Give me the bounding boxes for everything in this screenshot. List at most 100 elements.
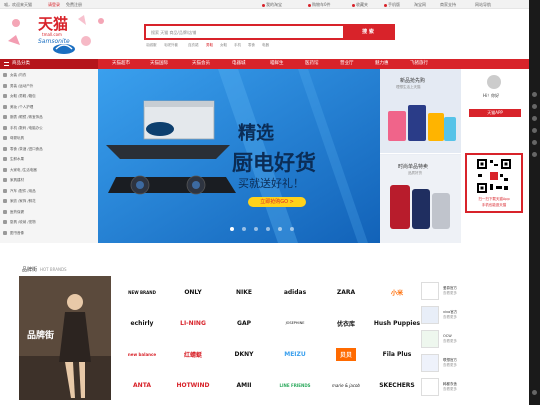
category-icon xyxy=(3,157,7,161)
brand-logo[interactable]: NIKE xyxy=(218,278,270,306)
category-item[interactable]: 汽车 /配件 /用品 xyxy=(0,188,98,195)
banner-cta-button[interactable]: 立即抢购GO > xyxy=(248,197,306,207)
topbar-link-fav[interactable]: 收藏夹 xyxy=(352,2,368,8)
category-item[interactable]: 家具建材 xyxy=(0,177,98,184)
category-item[interactable]: 男装 /运动户外 xyxy=(0,83,98,90)
category-item[interactable]: 母婴玩具 xyxy=(0,135,98,142)
hot-word[interactable]: 电器 xyxy=(262,43,269,48)
cart-icon[interactable] xyxy=(532,104,537,109)
star-icon xyxy=(352,3,355,7)
login-link[interactable]: 请登录 xyxy=(48,2,60,8)
nav-item-telecom[interactable]: 营业厅 xyxy=(340,59,354,69)
category-icon xyxy=(3,115,7,119)
brand-logo[interactable]: marie & jacob xyxy=(320,371,372,399)
brand-logo[interactable]: LI-NING xyxy=(167,309,219,337)
category-item[interactable]: 生鲜水果 xyxy=(0,156,98,163)
nav-item-luxury[interactable]: 魅力惠 xyxy=(375,59,389,69)
promo-card-1[interactable]: 新品抢先购 理想生活上天猫 xyxy=(380,69,461,154)
brand-name: echirly xyxy=(130,319,154,327)
nav-item-supermarket[interactable]: 天猫超市 xyxy=(112,59,130,69)
brand-logo[interactable]: AMII xyxy=(218,371,270,399)
history-icon[interactable] xyxy=(532,128,537,133)
topbar-link-mobile[interactable]: 手机版 xyxy=(384,2,400,8)
nav-item-member[interactable]: 天猫会员 xyxy=(192,59,210,69)
nav-item-global[interactable]: 天猫国际 xyxy=(150,59,168,69)
brand-logo[interactable]: adidas xyxy=(269,278,321,306)
hot-word[interactable]: 女鞋 xyxy=(220,43,227,48)
category-item[interactable]: 美妆 /个人护理 xyxy=(0,104,98,111)
brand-logo[interactable]: LINE FRIENDS xyxy=(269,371,321,399)
logo-text: 天猫 xyxy=(38,15,69,33)
hot-word[interactable]: 手机 xyxy=(234,43,241,48)
brand-logo[interactable]: 红蜻蜓 xyxy=(167,340,219,368)
topbar-link-support[interactable]: 商家支持 xyxy=(440,2,456,8)
nav-item-travel[interactable]: 飞猪旅行 xyxy=(410,59,428,69)
brand-logo[interactable]: ZARA xyxy=(320,278,372,306)
topbar-link-sitemap[interactable]: 网站导航 xyxy=(475,2,491,8)
category-item[interactable]: 女装 /内衣 xyxy=(0,72,98,79)
search-box: 搜索 天猫 商品/品牌/店铺 搜 索 xyxy=(144,24,395,40)
category-item[interactable]: 手机 /数码 /电脑办公 xyxy=(0,125,98,132)
nav-item-fresh[interactable]: 喵鲜生 xyxy=(270,59,284,69)
category-item[interactable]: 厨具 /收纳 /宠物 xyxy=(0,219,98,226)
nav-item-electronics[interactable]: 电器城 xyxy=(232,59,246,69)
nav-item-pharmacy[interactable]: 医药馆 xyxy=(305,59,319,69)
heart-icon[interactable] xyxy=(532,116,537,121)
brand-logo[interactable]: HOTWIND xyxy=(167,371,219,399)
brand-logo[interactable]: ANTA xyxy=(116,371,168,399)
brand-list-sub: 查看更多 xyxy=(443,339,457,343)
category-item[interactable]: 家纺 /家饰 /鲜花 xyxy=(0,198,98,205)
brand-logo[interactable]: MEIZU xyxy=(269,340,321,368)
category-label: 女装 /内衣 xyxy=(10,73,27,77)
search-input[interactable]: 搜索 天猫 商品/品牌/店铺 xyxy=(151,30,196,36)
brand-logo[interactable]: 优衣库 xyxy=(320,309,372,337)
category-label: 零食 /茶酒 /进口食品 xyxy=(10,146,43,151)
brand-name: JOSEPHINE xyxy=(285,321,305,325)
brand-logo[interactable]: GAP xyxy=(218,309,270,337)
app-label[interactable]: 天猫APP xyxy=(469,109,521,117)
brand-list-item[interactable]: 韩都衣舍 查看更多 xyxy=(421,374,513,402)
brand-logo[interactable]: ONLY xyxy=(167,278,219,306)
hot-word[interactable]: 连衣裙 xyxy=(188,43,199,48)
category-item[interactable]: 腕表 /眼镜 /珠宝饰品 xyxy=(0,114,98,121)
brand-logo[interactable]: new balance xyxy=(116,340,168,368)
category-item[interactable]: 女鞋 /男鞋 /箱包 xyxy=(0,93,98,100)
hero-banner[interactable]: 精选 厨电好货 买就送好礼！ 立即抢购GO > xyxy=(98,69,380,243)
category-item[interactable]: 图书音像 xyxy=(0,230,98,237)
hot-word[interactable]: 零食 xyxy=(248,43,255,48)
brand-logo[interactable]: echirly xyxy=(116,309,168,337)
brand-promo-image[interactable]: 品牌街 xyxy=(19,276,111,400)
promo-card-2[interactable]: 时尚单品特卖 品质好货 xyxy=(380,155,461,243)
topbar-link-label: 我的淘宝 xyxy=(266,2,282,7)
brand-logo[interactable]: 小米 xyxy=(371,278,423,306)
category-item[interactable]: 大家电 /生活电器 xyxy=(0,167,98,174)
gift-icon[interactable] xyxy=(532,152,537,157)
topbar-link-cart[interactable]: 购物车0件 xyxy=(308,2,331,8)
search-button[interactable]: 搜 索 xyxy=(343,26,393,38)
qr-box[interactable]: 扫一扫下载天猫App 手机也能逛天猫 xyxy=(465,153,523,213)
tmall-logo[interactable]: 天猫 tmall.com Samsonite xyxy=(6,11,112,55)
brand-logo[interactable]: DKNY xyxy=(218,340,270,368)
hot-word[interactable]: 羽绒服 xyxy=(146,43,157,48)
brand-logo[interactable]: Fila Plus xyxy=(371,340,423,368)
category-label: 商品分类 xyxy=(12,61,30,66)
brand-logo[interactable]: Hush Puppies xyxy=(371,309,423,337)
user-icon[interactable] xyxy=(532,92,537,97)
brand-logo[interactable]: SKECHERS xyxy=(371,371,423,399)
category-item[interactable]: 零食 /茶酒 /进口食品 xyxy=(0,146,98,153)
message-icon[interactable] xyxy=(532,140,537,145)
brand-badge-icon xyxy=(421,330,439,348)
qr-sub: 手机也能逛天猫 xyxy=(481,203,507,207)
brand-logo[interactable]: JOSEPHINE xyxy=(269,309,321,337)
brand-logo[interactable]: NEW BRAND xyxy=(116,278,168,306)
back-to-top-icon[interactable] xyxy=(532,390,537,395)
hot-word[interactable]: 毛呢外套 xyxy=(164,43,178,48)
avatar[interactable] xyxy=(487,75,501,89)
category-menu-button[interactable]: 商品分类 xyxy=(0,59,98,69)
topbar-link-taobaowang[interactable]: 淘宝网 xyxy=(414,2,426,8)
category-item[interactable]: 医药保健 xyxy=(0,209,98,216)
topbar-link-taobao[interactable]: 我的淘宝 xyxy=(262,2,282,8)
register-link[interactable]: 免费注册 xyxy=(66,2,82,8)
hot-word[interactable]: 男鞋 xyxy=(206,43,213,48)
brand-logo[interactable]: 贝贝 xyxy=(320,340,372,368)
